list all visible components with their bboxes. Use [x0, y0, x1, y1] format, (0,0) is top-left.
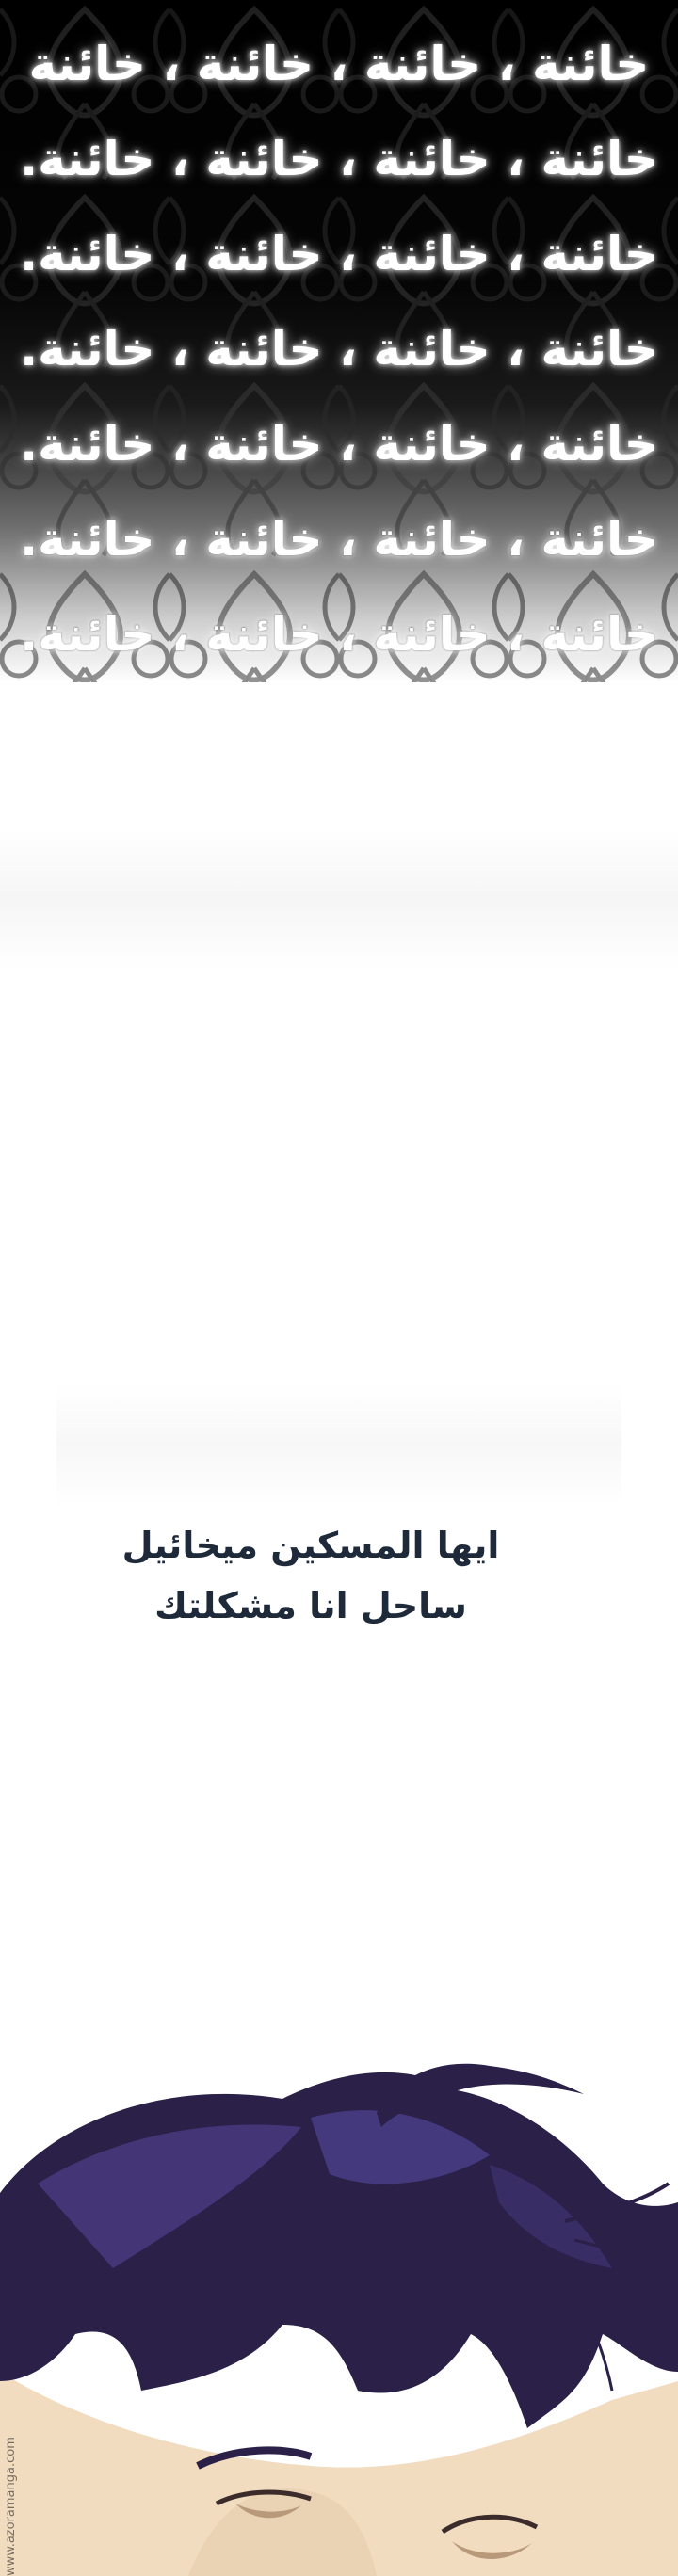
dark-damask-panel: خائنة ، خائنة ، خائنة ، خائنة خائنة ، خا… [0, 0, 678, 682]
repeat-line: خائنة ، خائنة ، خائنة ، خائنة. [20, 132, 658, 186]
repeat-line: خائنة ، خائنة ، خائنة ، خائنة [28, 37, 650, 91]
faded-band [0, 828, 678, 969]
watermark-text: www.azoramanga.com [4, 2437, 18, 2576]
dialogue-text: ايها المسكين ميخائيل ساحل انا مشكلتك [85, 1515, 537, 1636]
dialogue-line: ساحل انا مشكلتك [154, 1585, 467, 1626]
repeat-line: خائنة ، خائنة ، خائنة ، خائنة. [20, 322, 658, 376]
dialogue-line: ايها المسكين ميخائيل [121, 1525, 500, 1566]
comic-page: خائنة ، خائنة ، خائنة ، خائنة خائنة ، خا… [0, 0, 678, 2576]
repeat-line: خائنة ، خائنة ، خائنة ، خائنة. [20, 512, 658, 567]
repeat-line: خائنة ، خائنة ، خائنة ، خائنة. [20, 607, 658, 662]
repeat-line: خائنة ، خائنة ، خائنة ، خائنة. [20, 227, 658, 281]
faded-band [56, 1384, 622, 1506]
repeated-text-block: خائنة ، خائنة ، خائنة ، خائنة خائنة ، خا… [0, 17, 678, 682]
repeat-line: خائنة ، خائنة ، خائنة ، خائنة. [20, 417, 658, 472]
character-illustration [0, 2063, 678, 2576]
